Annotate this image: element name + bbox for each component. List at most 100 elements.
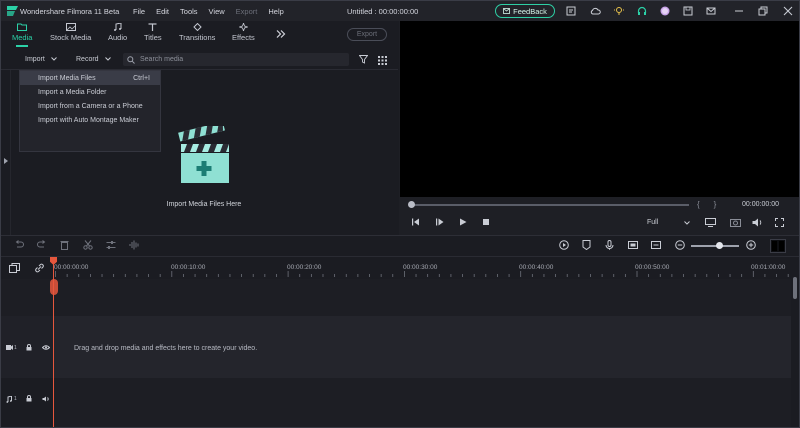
mail-notification-icon[interactable] (706, 6, 716, 16)
voiceover-icon[interactable] (628, 240, 638, 250)
notes-icon[interactable] (566, 6, 576, 16)
chevron-down-icon (684, 220, 691, 225)
menu-import-media-files[interactable]: Import Media Files Ctrl+I (20, 71, 160, 85)
mark-out[interactable]: } (714, 200, 731, 209)
volume-icon[interactable] (752, 218, 763, 227)
more-tabs-icon[interactable] (276, 30, 286, 38)
playhead-handle[interactable] (50, 279, 58, 295)
image-icon (65, 23, 76, 31)
search-placeholder: Search media (140, 56, 184, 63)
timeline-view-icon[interactable] (770, 239, 786, 253)
scrollbar-thumb[interactable] (793, 277, 797, 299)
music-note-icon (114, 23, 122, 31)
tab-transitions-label: Transitions (179, 33, 216, 42)
play-icon[interactable] (459, 218, 467, 226)
quality-dropdown[interactable]: Full (647, 219, 691, 226)
add-track-icon[interactable] (9, 263, 20, 273)
tab-audio[interactable]: Audio (108, 23, 127, 42)
subtitle-icon[interactable] (651, 240, 661, 250)
clapperboard-icon[interactable] (178, 121, 230, 186)
menu-edit[interactable]: Edit (156, 7, 169, 16)
video-track-number: 1 (14, 345, 17, 351)
preview-scrubber[interactable] (411, 204, 689, 206)
tab-stock-media[interactable]: Stock Media (50, 23, 91, 42)
stop-icon[interactable] (482, 218, 490, 226)
tab-effects[interactable]: Effects (232, 23, 255, 42)
tab-transitions[interactable]: Transitions (179, 23, 215, 42)
eye-icon[interactable] (42, 345, 50, 350)
menu-item-shortcut: Ctrl+I (133, 74, 150, 82)
snapshot-icon[interactable] (730, 218, 741, 227)
menu-import-auto-montage[interactable]: Import with Auto Montage Maker (20, 113, 160, 127)
play-reverse-icon[interactable] (435, 218, 444, 226)
feedback-button[interactable]: FeedBack (495, 4, 555, 18)
search-icon (127, 55, 135, 64)
audio-wave-icon[interactable] (129, 240, 140, 250)
tab-titles[interactable]: Titles (144, 23, 162, 42)
render-preview-icon[interactable] (559, 240, 569, 250)
import-media-here-label[interactable]: Import Media Files Here (141, 201, 267, 208)
zoom-in-icon[interactable] (746, 240, 756, 250)
restore-icon[interactable] (758, 6, 768, 16)
cloud-icon[interactable] (590, 6, 601, 16)
record-dropdown[interactable]: Record (76, 53, 111, 65)
lock-icon[interactable] (26, 395, 32, 402)
mark-in[interactable]: { (697, 200, 714, 209)
adjust-icon[interactable] (106, 240, 116, 250)
close-icon[interactable] (783, 6, 793, 16)
title-bar: Wondershare Filmora 11 Beta File Edit To… (1, 1, 799, 21)
import-label: Import (25, 55, 45, 63)
step-back-icon[interactable] (411, 218, 420, 226)
expand-panel-icon[interactable] (4, 158, 8, 164)
audio-track-number: 1 (14, 396, 17, 402)
menu-help[interactable]: Help (268, 7, 283, 16)
video-track-icon (6, 345, 13, 350)
quality-label: Full (647, 219, 659, 226)
filter-icon[interactable] (359, 55, 368, 64)
delete-icon[interactable] (60, 240, 69, 250)
avatar[interactable] (660, 6, 670, 16)
menu-view[interactable]: View (209, 7, 225, 16)
tab-media-label: Media (12, 33, 33, 42)
marker-icon[interactable] (582, 240, 591, 250)
lock-icon[interactable] (26, 344, 32, 351)
fullscreen-icon[interactable] (775, 218, 784, 227)
filmora-logo-icon (7, 6, 18, 16)
folder-icon (17, 23, 28, 31)
scissors-icon[interactable] (83, 240, 93, 250)
menu-import-from-camera[interactable]: Import from a Camera or a Phone (20, 99, 160, 113)
link-icon[interactable] (34, 263, 45, 273)
menu-file[interactable]: File (133, 7, 145, 16)
menu-item-label: Import a Media Folder (38, 88, 107, 96)
scrubber-handle[interactable] (408, 201, 415, 208)
zoom-out-icon[interactable] (675, 240, 685, 250)
grid-view-icon[interactable] (378, 56, 387, 65)
audio-track[interactable]: 1 (1, 378, 791, 427)
drop-hint: Drag and drop media and effects here to … (74, 345, 258, 352)
export-button[interactable]: Export (347, 28, 387, 41)
timeline-toolbar (1, 236, 799, 256)
import-dropdown[interactable]: Import (25, 53, 57, 65)
microphone-icon[interactable] (605, 240, 614, 250)
menu-import-media-folder[interactable]: Import a Media Folder (20, 85, 160, 99)
minimize-icon[interactable] (734, 6, 744, 16)
headset-icon[interactable] (637, 6, 647, 16)
menu-tools[interactable]: Tools (180, 7, 198, 16)
preview-panel (399, 21, 799, 235)
ruler-label: 00:00:00:00 (54, 264, 89, 271)
ruler-label: 00:00:10:00 (171, 264, 206, 271)
undo-icon[interactable] (14, 240, 24, 249)
timeline-scrollbar[interactable] (791, 263, 799, 427)
speaker-icon[interactable] (42, 396, 50, 402)
save-icon[interactable] (683, 6, 693, 16)
nav-tabs: Media Stock Media Audio Titles Transitio… (1, 21, 398, 47)
tab-media[interactable]: Media (12, 23, 32, 47)
lightbulb-icon[interactable] (614, 6, 624, 16)
zoom-slider[interactable] (691, 245, 739, 247)
menu-export[interactable]: Export (236, 7, 258, 16)
media-toolbar: Import Record Search media (1, 51, 398, 67)
display-icon[interactable] (705, 218, 716, 227)
mark-in-out[interactable]: {} (697, 200, 730, 209)
search-input[interactable]: Search media (123, 53, 349, 66)
redo-icon[interactable] (37, 240, 47, 249)
